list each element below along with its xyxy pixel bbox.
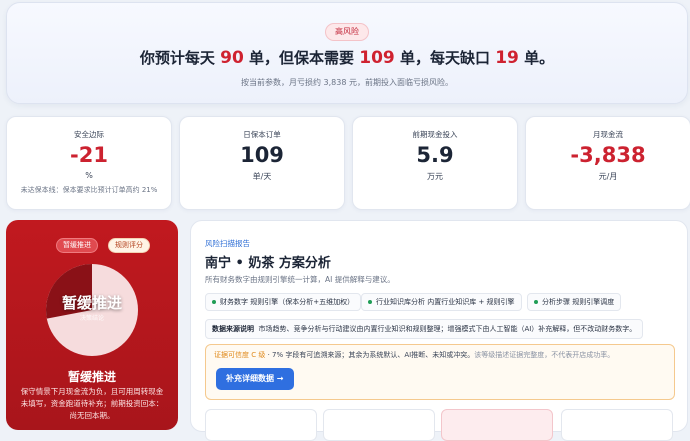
pie-center-label: 暂缓推进 xyxy=(61,294,122,312)
breakeven-orders: 109 xyxy=(359,48,395,68)
kpi-card-safety-margin: 安全边际 -21 % 未达保本线：保本要求比预计订单高约 21% xyxy=(6,116,172,210)
decision-title: 暂缓推进 xyxy=(67,370,116,384)
kpi-card-daily-breakeven: 日保本订单 109 单/天 xyxy=(179,116,345,210)
kpi-card-initial-investment: 前期现金投入 5.9 万元 xyxy=(352,116,518,210)
report-kicker: 风险扫描报告 xyxy=(205,239,250,248)
tag-industry-knowledge: 行业知识库分析 内置行业知识库 + 规则引擎 xyxy=(361,293,522,311)
headline-subtitle: 按当前参数，月亏损约 3,838 元，前期投入面临亏损风险。 xyxy=(241,78,453,87)
decision-card: 暂缓推进 规则评分 暂缓推进 决策结论 暂缓推进 保守情景下月现金流为负，且可用… xyxy=(6,220,178,430)
risk-scan-report: 风险扫描报告 南宁 • 奶茶 方案分析 所有财务数字由规则引擎统一计算，AI 提… xyxy=(190,220,688,441)
tag-analysis-steps: 分析步骤 规则引擎调度 xyxy=(527,293,622,311)
data-source-note: 数据来源说明 市场趋势、竞争分析与行动建议由内置行业知识和规则整理；增强模式下由… xyxy=(205,319,644,339)
forecast-orders: 90 xyxy=(220,48,244,68)
headline-summary: 你预计每天 90 单，但保本需要 109 单，每天缺口 19 单。 xyxy=(139,48,555,68)
decision-description: 保守情景下月现金流为负，且可用周转现金 未填写，资金跑道待补充；前期投资回本： … xyxy=(20,387,164,420)
pie-center-sublabel: 决策结论 xyxy=(79,315,104,322)
status-dot-icon xyxy=(534,300,538,304)
next-card-stub xyxy=(441,409,553,441)
risk-summary-card: 高风险 你预计每天 90 单，但保本需要 109 单，每天缺口 19 单。 按当… xyxy=(6,2,688,104)
decision-status-pill: 暂缓推进 xyxy=(56,238,98,253)
next-card-stub xyxy=(205,409,317,441)
next-card-stub xyxy=(323,409,435,441)
risk-level-badge: 高风险 xyxy=(325,23,369,41)
add-detailed-data-button[interactable]: 补充详细数据 → xyxy=(216,368,294,390)
confidence-level: 证据可信度 C 级 xyxy=(214,351,266,359)
order-gap: 19 xyxy=(495,48,519,68)
tag-financial-numbers: 财务数字 规则引擎（保本分析+五维加权） xyxy=(205,293,362,311)
rule-score-pill: 规则评分 xyxy=(108,238,150,253)
next-card-stub xyxy=(561,409,673,441)
confidence-text: 证据可信度 C 级 · 7% 字段有可追溯来源；其余为系统默认、AI推断、未知或… xyxy=(214,351,615,359)
status-dot-icon xyxy=(368,300,372,304)
kpi-card-monthly-cashflow: 月现金流 -3,838 元/月 xyxy=(525,116,690,210)
status-dot-icon xyxy=(212,300,216,304)
report-title: 南宁 • 奶茶 方案分析 xyxy=(205,256,331,271)
report-description: 所有财务数字由规则引擎统一计算，AI 提供解释与建议。 xyxy=(205,275,395,284)
evidence-confidence-panel: 证据可信度 C 级 · 7% 字段有可追溯来源；其余为系统默认、AI推断、未知或… xyxy=(205,344,675,400)
